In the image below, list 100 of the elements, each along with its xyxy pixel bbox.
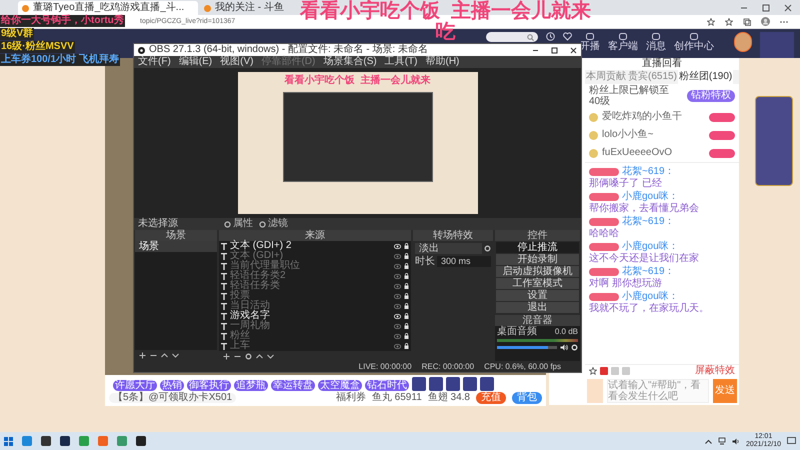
volume-slider[interactable] — [497, 346, 557, 349]
lock-icon[interactable] — [404, 243, 409, 249]
emoji-thumbnail[interactable] — [587, 379, 603, 403]
lock-icon[interactable] — [404, 293, 409, 299]
gift-label[interactable]: 钻石时代 — [365, 380, 409, 391]
speaker-icon[interactable] — [732, 438, 740, 444]
remove-icon[interactable] — [150, 352, 157, 359]
lock-icon[interactable] — [404, 283, 409, 289]
star-icon[interactable] — [589, 367, 597, 375]
source-item[interactable]: 文本 (GDI+) 2 — [230, 241, 292, 251]
nav-link[interactable]: 消息 — [646, 42, 666, 52]
chat-username[interactable]: 小鹿gou咪： — [622, 192, 679, 202]
browser-tab[interactable]: 董璐Tyeo直播_吃鸡游戏直播_斗... — [18, 1, 198, 15]
nav-icon[interactable] — [689, 32, 700, 41]
gift-thumbnail[interactable] — [429, 377, 443, 391]
chevron-up-icon[interactable] — [704, 438, 712, 444]
move-down-icon[interactable] — [267, 353, 274, 360]
menu-item[interactable]: 工具(T) — [384, 57, 418, 67]
fan-name[interactable]: lolo小小鱼~ — [602, 130, 654, 140]
history-icon[interactable] — [546, 32, 556, 41]
lock-icon[interactable] — [404, 253, 409, 259]
fan-name[interactable]: 爱吃炸鸡的小鱼干 — [602, 112, 682, 122]
toolbar-button[interactable]: 滤镜 — [259, 219, 288, 229]
source-item[interactable]: 游戏名字 — [230, 311, 270, 321]
favorite-add-icon[interactable] — [707, 18, 715, 26]
source-item[interactable]: 轻语任务类 — [230, 281, 280, 291]
collections-icon[interactable] — [743, 18, 751, 26]
source-item[interactable]: 粉丝 — [230, 331, 250, 341]
add-icon[interactable] — [139, 352, 146, 359]
add-icon[interactable] — [223, 353, 230, 360]
lock-icon[interactable] — [404, 333, 409, 339]
source-item[interactable]: 轻语任务类2 — [230, 271, 286, 281]
lock-icon[interactable] — [404, 273, 409, 279]
maximize-icon[interactable] — [762, 4, 770, 12]
source-item[interactable]: 投票 — [230, 291, 250, 301]
toolbar-button[interactable]: 属性 — [224, 219, 253, 229]
control-button[interactable]: 停止推流 — [496, 242, 579, 253]
menu-item[interactable]: 场景集合(S) — [323, 57, 377, 67]
nav-icon[interactable] — [618, 32, 628, 41]
replay-link[interactable]: 直播回看 — [642, 59, 682, 69]
menu-item[interactable]: 视图(V) — [220, 57, 254, 67]
chat-username[interactable]: 花絮~619： — [622, 167, 675, 177]
maximize-icon[interactable] — [551, 46, 558, 54]
fan-name[interactable]: fuExUeeeeOvO — [602, 148, 672, 158]
network-icon[interactable] — [718, 437, 726, 445]
coupon-link[interactable]: 福利券 — [336, 393, 366, 403]
lock-icon[interactable] — [404, 343, 409, 349]
menu-item[interactable]: 文件(F) — [138, 57, 171, 67]
source-item[interactable]: 当前代理量职位 — [230, 261, 300, 271]
search-field[interactable] — [486, 32, 538, 42]
close-icon[interactable] — [570, 46, 577, 54]
nav-icon[interactable] — [585, 32, 596, 41]
close-icon[interactable] — [784, 4, 792, 12]
start-icon[interactable] — [4, 436, 13, 446]
event-banner[interactable] — [755, 96, 793, 186]
effects-toggle[interactable]: 屏蔽特效 — [695, 366, 735, 376]
notification-icon[interactable] — [787, 437, 796, 445]
chat-username[interactable]: 花絮~619： — [622, 267, 675, 277]
chat-username[interactable]: 小鹿gou咪： — [622, 242, 679, 252]
move-up-icon[interactable] — [161, 352, 168, 359]
profile-icon[interactable] — [761, 17, 770, 26]
favorites-icon[interactable] — [725, 18, 733, 26]
nav-link[interactable]: 客户端 — [608, 42, 638, 52]
room-button[interactable]: 背包 — [512, 392, 542, 404]
nav-icon[interactable] — [651, 32, 662, 41]
control-button[interactable]: 设置 — [496, 290, 579, 301]
gift-label[interactable]: 许愿大厅 — [113, 380, 157, 391]
scene-item[interactable]: 场景 — [135, 241, 217, 252]
chat-username[interactable]: 小鹿gou咪： — [622, 292, 679, 302]
gift-thumbnail[interactable] — [463, 377, 477, 391]
gift-label[interactable]: 太空魔盒 — [318, 380, 362, 391]
gift-thumbnail[interactable] — [480, 377, 494, 391]
lock-icon[interactable] — [404, 263, 409, 269]
move-up-icon[interactable] — [256, 353, 263, 360]
duration-field[interactable]: 300 ms — [437, 256, 491, 267]
gift-label[interactable]: 热销 — [160, 380, 184, 391]
gift-thumbnail[interactable] — [446, 377, 460, 391]
move-down-icon[interactable] — [172, 352, 179, 359]
room-button[interactable]: 充值 — [476, 392, 506, 404]
control-button[interactable]: 退出 — [496, 302, 579, 313]
gift-thumbnail[interactable] — [412, 377, 426, 391]
lock-icon[interactable] — [404, 303, 409, 309]
chat-username[interactable]: 花絮~619： — [622, 217, 675, 227]
lock-icon[interactable] — [404, 313, 409, 319]
transition-select[interactable]: 淡出 — [415, 243, 482, 254]
chat-tab[interactable]: 本周贡献 — [585, 70, 627, 84]
speaker-icon[interactable] — [560, 344, 568, 351]
remove-icon[interactable] — [234, 353, 241, 360]
heart-icon[interactable] — [563, 32, 572, 41]
gift-label[interactable]: 追梦瓶 — [234, 380, 268, 391]
lock-icon[interactable] — [404, 323, 409, 329]
source-item[interactable]: 上车 — [230, 341, 250, 351]
fan-privilege-button[interactable]: 钻粉特权 — [687, 90, 735, 102]
source-item[interactable]: 当日活动 — [230, 301, 270, 311]
control-button[interactable]: 启动虚拟摄像机 — [496, 266, 579, 277]
control-button[interactable]: 开始录制 — [496, 254, 579, 265]
nav-link[interactable]: 创作中心 — [674, 42, 714, 52]
source-item[interactable]: 文本 (GDI+) — [230, 251, 284, 261]
chat-tab[interactable]: 贵宾(6515) — [627, 70, 678, 84]
source-item[interactable]: 一周礼物 — [230, 321, 270, 331]
